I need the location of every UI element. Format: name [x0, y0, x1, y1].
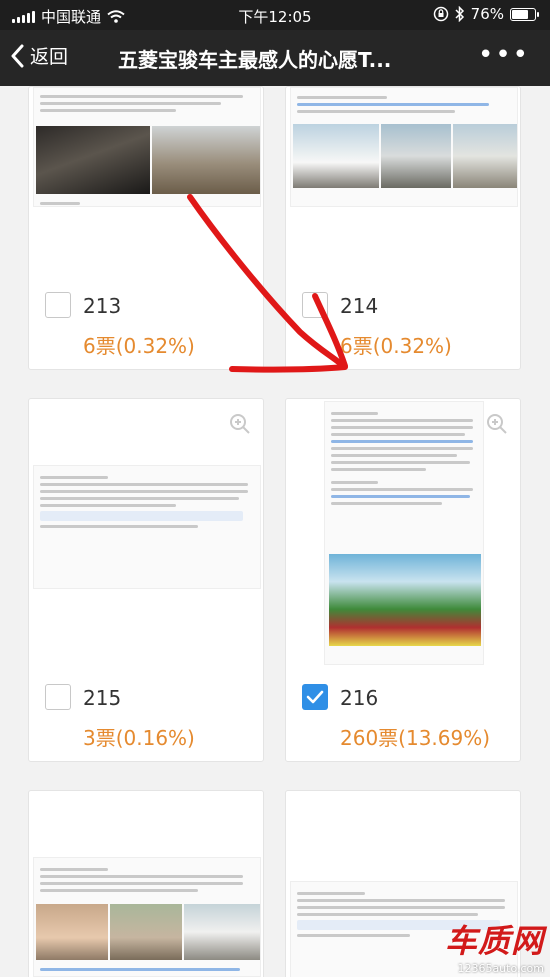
post-photo-white-suv: [184, 904, 260, 960]
navigation-bar: 返回 五菱宝骏车主最感人的心愿T... •••: [0, 30, 550, 86]
vote-count: 6票(0.32%): [340, 334, 452, 358]
watermark-logo: 车质网: [444, 922, 544, 960]
status-bar: 中国联通 下午12:05 76%: [0, 0, 550, 30]
post-photo-person: [329, 554, 481, 646]
battery-icon: [510, 7, 539, 21]
candidate-card-216[interactable]: 216 260票(13.69%): [285, 398, 521, 762]
checkmark-icon: [306, 690, 324, 704]
vote-checkbox[interactable]: [45, 292, 71, 318]
post-screenshot: [33, 465, 261, 589]
post-screenshot: [33, 87, 261, 207]
zoom-in-icon[interactable]: [486, 413, 508, 435]
page-title: 五菱宝骏车主最感人的心愿T...: [118, 48, 392, 72]
phone-screen: 中国联通 下午12:05 76% 返回 五菱宝骏车主最感人的心愿T... •••…: [0, 0, 550, 977]
more-dots-icon: •••: [477, 40, 530, 70]
candidate-number: 214: [340, 294, 379, 318]
status-right-group: 76%: [433, 5, 539, 23]
back-button[interactable]: 返回: [10, 42, 68, 69]
post-screenshot: [324, 401, 484, 665]
vote-count: 6票(0.32%): [83, 334, 195, 358]
vote-count: 260票(13.69%): [340, 726, 491, 750]
vote-count: 3票(0.16%): [83, 726, 195, 750]
post-screenshot: [290, 87, 518, 207]
post-photo-baby: [36, 904, 108, 960]
post-photo-white-car: [293, 124, 379, 188]
candidate-card-bottom-left[interactable]: [28, 790, 264, 977]
vote-checkbox-checked[interactable]: [302, 684, 328, 710]
post-photo-dashboard: [36, 126, 150, 194]
battery-percent: 76%: [470, 5, 504, 23]
post-photo-child: [110, 904, 182, 960]
vote-list: 213 6票(0.32%) 214 6票(0.32%) 215 3票(0.16%…: [0, 86, 550, 977]
vote-checkbox[interactable]: [302, 292, 328, 318]
chevron-left-icon: [11, 44, 24, 67]
candidate-number: 213: [83, 294, 122, 318]
post-photo-parking: [453, 124, 517, 188]
back-label: 返回: [30, 46, 69, 68]
rotation-lock-icon: [433, 6, 448, 22]
vote-checkbox[interactable]: [45, 684, 71, 710]
more-options-button[interactable]: •••: [478, 40, 530, 70]
post-screenshot: [33, 857, 261, 977]
candidate-card-213[interactable]: 213 6票(0.32%): [28, 86, 264, 370]
watermark: 车质网 12365auto.com: [445, 916, 544, 975]
post-photo-smoke: [381, 124, 451, 188]
zoom-in-icon[interactable]: [229, 413, 251, 435]
post-photo-street: [152, 126, 260, 194]
candidate-card-214[interactable]: 214 6票(0.32%): [285, 86, 521, 370]
watermark-url: 12365auto.com: [457, 962, 544, 975]
bluetooth-icon: [455, 6, 464, 22]
candidate-card-215[interactable]: 215 3票(0.16%): [28, 398, 264, 762]
candidate-number: 215: [83, 686, 122, 710]
candidate-number: 216: [340, 686, 379, 710]
